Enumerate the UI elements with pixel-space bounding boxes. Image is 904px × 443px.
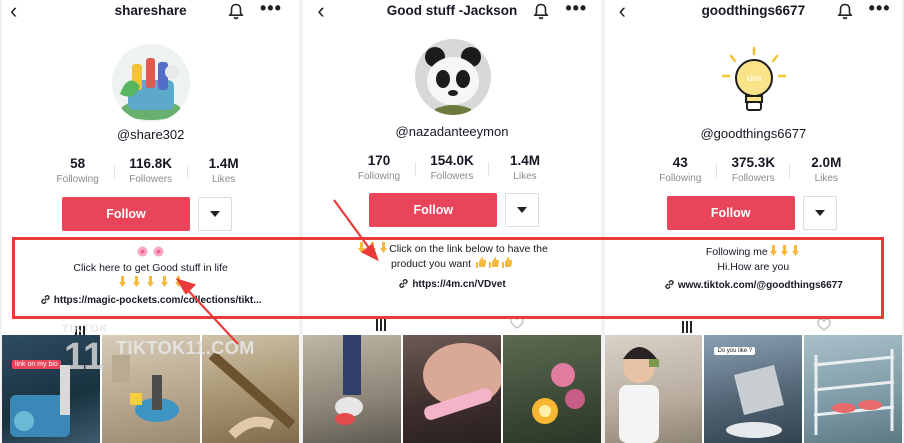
avatar[interactable]: idea [714, 44, 793, 122]
grid-icon[interactable] [375, 319, 387, 331]
follow-actions: Follow [62, 197, 232, 231]
stat-likes: 1.4M Likes [188, 156, 260, 185]
stat-following[interactable]: 58 Following [42, 156, 114, 185]
stat-value: 1.4M [208, 156, 239, 171]
profile-panel-good-stuff-jackson: ‹ Good stuff -Jackson ••• @nazadanteeymo… [303, 0, 601, 443]
shoe-cover-image [335, 335, 364, 425]
avatar[interactable] [112, 44, 190, 122]
idea-bulb-image: idea [714, 44, 793, 122]
follow-actions: Follow [666, 196, 837, 230]
stat-label: Likes [211, 174, 236, 185]
stat-value: 2.0M [811, 155, 842, 170]
stat-following[interactable]: 170 Following [343, 153, 415, 182]
stat-followers[interactable]: 154.0K Followers [416, 153, 488, 182]
grid-icon[interactable] [681, 321, 693, 333]
more-icon[interactable]: ••• [565, 0, 587, 21]
profile-handle: @share302 [116, 127, 185, 142]
watermark: TIKTOK 11 TIKTOK11.COM [58, 320, 268, 380]
follow-button[interactable]: Follow [666, 196, 795, 230]
profile-stats: 43 Following 375.3K Followers 2.0M Likes [605, 155, 902, 184]
top-bar: ‹ goodthings6677 ••• [605, 0, 902, 24]
profile-stats: 170 Following 154.0K Followers 1.4M Like… [303, 153, 600, 182]
page-title: shareshare [114, 3, 187, 18]
stat-value: 1.4M [509, 153, 540, 168]
bell-icon[interactable] [837, 3, 853, 20]
stat-label: Following [56, 174, 99, 185]
bio-highlight-box [12, 237, 884, 319]
more-icon[interactable]: ••• [260, 0, 282, 21]
video-thumbnail[interactable] [303, 335, 402, 443]
stat-value: 170 [367, 153, 391, 168]
stat-label: Following [357, 171, 401, 182]
panda-image [415, 39, 492, 115]
stat-label: Likes [814, 173, 838, 184]
stat-value: 154.0K [430, 153, 474, 168]
profile-tabs [605, 318, 902, 336]
watermark-number: 11 [64, 336, 105, 378]
suggested-accounts-button[interactable] [802, 196, 837, 230]
stat-label: Followers [731, 173, 775, 184]
lip-product-image [423, 343, 501, 420]
profile-handle: @nazadanteeymon [395, 124, 509, 139]
shoe-rack-image [814, 349, 895, 435]
stat-followers[interactable]: 375.3K Followers [717, 155, 789, 184]
caret-down-icon [814, 210, 825, 216]
video-thumbnail[interactable] [502, 335, 601, 443]
profile-panel-goodthings6677: ‹ goodthings6677 ••• idea @goodthings667… [604, 0, 902, 443]
video-thumbnail[interactable] [604, 335, 703, 443]
follow-actions: Follow [369, 193, 540, 227]
video-grid: Do you like ? [604, 335, 902, 443]
watermark-big-text: TIKTOK11.COM [116, 338, 255, 358]
top-bar: ‹ Good stuff -Jackson ••• [303, 0, 600, 24]
flowers-lamp-image [531, 363, 585, 424]
follow-button[interactable]: Follow [62, 197, 190, 231]
caret-down-icon [210, 211, 220, 217]
stat-label: Followers [430, 171, 474, 182]
caret-down-icon [517, 207, 528, 213]
watermark-small-text: TIKTOK [62, 323, 109, 335]
page-title: Good stuff -Jackson [386, 3, 518, 18]
video-thumbnail[interactable] [804, 335, 902, 443]
avatar-idea-text: idea [746, 74, 762, 83]
woman-snack-image [618, 347, 659, 443]
stat-label: Likes [513, 171, 537, 182]
more-icon[interactable]: ••• [869, 0, 891, 21]
suggested-accounts-button[interactable] [198, 197, 232, 231]
stat-likes: 2.0M Likes [790, 155, 862, 184]
video-thumbnail[interactable] [403, 335, 501, 443]
heart-icon[interactable] [817, 319, 831, 331]
stat-likes: 1.4M Likes [489, 153, 561, 182]
profile-stats: 58 Following 116.8K Followers 1.4M Likes [2, 156, 299, 185]
stat-value: 43 [672, 155, 688, 170]
stat-followers[interactable]: 116.8K Followers [115, 156, 187, 185]
cleaning-supplies-image [112, 44, 190, 122]
stat-following[interactable]: 43 Following [644, 155, 716, 184]
follow-button[interactable]: Follow [369, 193, 498, 227]
suggested-accounts-button[interactable] [505, 193, 540, 227]
profile-handle: @goodthings6677 [700, 126, 807, 141]
stat-label: Followers [129, 174, 173, 185]
bell-icon[interactable] [228, 3, 244, 20]
stat-value: 116.8K [129, 156, 173, 171]
top-bar: ‹ shareshare ••• [2, 0, 299, 24]
stat-value: 375.3K [731, 155, 776, 170]
video-thumbnail[interactable]: Do you like ? [704, 335, 803, 443]
video-grid [303, 335, 601, 443]
avatar[interactable] [415, 39, 492, 115]
kitchen-gadget-image [726, 365, 785, 438]
bell-icon[interactable] [533, 3, 549, 20]
stat-value: 58 [70, 156, 86, 171]
stat-label: Following [659, 173, 702, 184]
page-title: goodthings6677 [701, 3, 806, 18]
